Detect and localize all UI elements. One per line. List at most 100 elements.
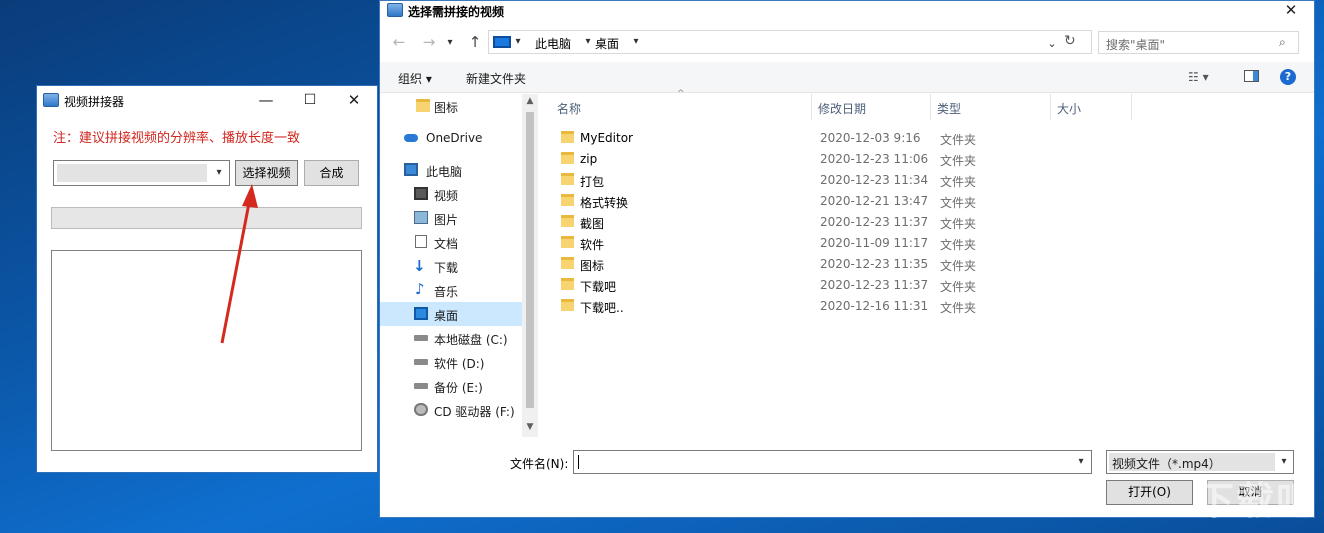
maximize-button[interactable]: ☐ <box>287 86 333 114</box>
refresh-icon[interactable]: ↻ <box>1064 33 1076 49</box>
chevron-down-icon: ▾ <box>216 167 222 178</box>
up-arrow-icon[interactable]: ↑ <box>466 33 484 51</box>
scroll-up-icon[interactable]: ▲ <box>522 96 538 106</box>
organize-label: 组织 <box>398 72 423 86</box>
column-divider[interactable] <box>811 94 812 120</box>
close-button[interactable]: ✕ <box>331 86 377 114</box>
app-icon <box>43 93 59 107</box>
dialog-title: 选择需拼接的视频 <box>408 5 505 19</box>
drive-icon <box>414 335 428 341</box>
column-divider[interactable] <box>930 94 931 120</box>
nav-item-label: 图标 <box>434 101 459 115</box>
file-name: 下载吧.. <box>580 301 624 315</box>
file-list: MyEditor 2020-12-03 9:16 文件夹 zip 2020-12… <box>560 127 1060 327</box>
breadcrumb-desktop[interactable]: 桌面 <box>595 35 619 52</box>
folder-icon <box>561 194 574 206</box>
nav-item-this-pc[interactable]: 此电脑 <box>380 158 536 182</box>
chevron-down-icon: ▾ <box>1281 456 1287 467</box>
nav-item-music[interactable]: ♪ 音乐 <box>380 278 536 302</box>
nav-item-documents[interactable]: 文档 <box>380 230 536 254</box>
file-row[interactable]: 下载吧.. 2020-12-16 11:31 文件夹 <box>560 295 976 316</box>
dialog-close-button[interactable]: ✕ <box>1268 0 1314 24</box>
nav-item-drive-c[interactable]: 本地磁盘 (C:) <box>380 326 536 350</box>
download-icon: ↓ <box>413 257 426 275</box>
file-type: 文件夹 <box>940 133 977 147</box>
file-name: 软件 <box>580 238 605 252</box>
merge-button[interactable]: 合成 <box>304 160 359 186</box>
nav-item-drive-d[interactable]: 软件 (D:) <box>380 350 536 374</box>
recent-locations-chevron-icon[interactable]: ▾ <box>444 37 456 48</box>
column-header-type[interactable]: 类型 <box>937 100 961 117</box>
nav-item-label: 软件 (D:) <box>434 357 485 371</box>
column-divider[interactable] <box>1050 94 1051 120</box>
file-date: 2020-12-23 11:34 <box>820 173 929 187</box>
breadcrumb-chevron-icon[interactable]: ▾ <box>583 36 593 47</box>
drive-icon <box>414 359 428 365</box>
file-date: 2020-11-09 11:17 <box>820 236 929 250</box>
minimize-button[interactable]: — <box>243 86 289 114</box>
file-name: MyEditor <box>580 131 633 145</box>
filename-label: 文件名(N): <box>510 457 569 471</box>
nav-item-icons[interactable]: 图标 <box>380 94 536 118</box>
folder-icon <box>561 257 574 269</box>
file-type: 文件夹 <box>940 259 977 273</box>
folder-icon <box>561 173 574 185</box>
nav-item-drive-e[interactable]: 备份 (E:) <box>380 374 536 398</box>
file-type: 文件夹 <box>940 280 977 294</box>
view-options-icon[interactable]: ☷ ▾ <box>1188 70 1209 84</box>
breadcrumb-this-pc[interactable]: 此电脑 <box>535 35 571 52</box>
nav-item-label: 桌面 <box>434 309 459 323</box>
breadcrumb-root-chevron-icon[interactable]: ▾ <box>513 36 523 47</box>
pc-icon <box>404 163 418 176</box>
drive-icon <box>414 383 428 389</box>
open-button[interactable]: 打开(O) <box>1106 480 1193 505</box>
chevron-down-icon[interactable]: ▾ <box>1074 456 1088 467</box>
nav-item-cd-drive[interactable]: CD 驱动器 (F:) <box>380 398 536 422</box>
file-date: 2020-12-23 11:35 <box>820 257 929 271</box>
back-arrow-icon[interactable]: ← <box>390 33 408 51</box>
file-row[interactable]: 图标 2020-12-23 11:35 文件夹 <box>560 253 976 274</box>
scroll-down-icon[interactable]: ▼ <box>522 422 538 432</box>
filename-input[interactable]: ▾ <box>573 450 1092 474</box>
column-header-size[interactable]: 大小 <box>1057 100 1081 117</box>
column-divider[interactable] <box>1131 94 1132 120</box>
nav-scrollbar[interactable]: ▲ ▼ <box>522 94 538 437</box>
file-row[interactable]: 下载吧 2020-12-23 11:37 文件夹 <box>560 274 976 295</box>
computer-icon <box>493 36 511 48</box>
forward-arrow-icon[interactable]: → <box>420 33 438 51</box>
column-header-date[interactable]: 修改日期 <box>818 100 866 117</box>
nav-item-pictures[interactable]: 图片 <box>380 206 536 230</box>
new-folder-button[interactable]: 新建文件夹 <box>466 70 526 87</box>
nav-item-onedrive[interactable]: OneDrive <box>380 126 536 150</box>
file-name: 打包 <box>580 175 605 189</box>
cd-drive-icon <box>414 403 428 416</box>
file-name: 图标 <box>580 259 605 273</box>
preview-pane-icon[interactable] <box>1244 70 1259 82</box>
video-list-combobox[interactable]: ▾ <box>53 160 230 186</box>
file-name: 格式转换 <box>580 196 629 210</box>
video-listbox[interactable] <box>51 250 362 451</box>
nav-item-label: 下载 <box>434 261 459 275</box>
address-bar[interactable]: ▾ 此电脑 ▾ 桌面 ▾ <box>488 30 1092 54</box>
app-titlebar[interactable]: 视频拼接器 — ☐ ✕ <box>37 86 377 114</box>
file-name: zip <box>580 152 598 166</box>
nav-item-videos[interactable]: 视频 <box>380 182 536 206</box>
nav-scrollbar-thumb[interactable] <box>526 112 534 408</box>
address-history-chevron-icon[interactable]: ⌄ <box>1046 37 1058 50</box>
file-row[interactable]: 软件 2020-11-09 11:17 文件夹 <box>560 232 976 253</box>
nav-item-downloads[interactable]: ↓ 下载 <box>380 254 536 278</box>
file-row[interactable]: zip 2020-12-23 11:06 文件夹 <box>560 148 976 169</box>
folder-icon <box>416 99 430 112</box>
organize-menu[interactable]: 组织 ▾ <box>398 70 432 87</box>
nav-item-desktop[interactable]: 桌面 <box>380 302 536 326</box>
combobox-field <box>57 164 207 182</box>
search-box[interactable]: 搜索"桌面" ⌕ <box>1098 31 1299 54</box>
column-header-name[interactable]: 名称 <box>557 100 581 117</box>
file-row[interactable]: 格式转换 2020-12-21 13:47 文件夹 <box>560 190 976 211</box>
breadcrumb-desktop-chevron-icon[interactable]: ▾ <box>631 36 641 47</box>
help-icon[interactable]: ? <box>1280 69 1296 85</box>
file-row[interactable]: MyEditor 2020-12-03 9:16 文件夹 <box>560 127 976 148</box>
file-row[interactable]: 截图 2020-12-23 11:37 文件夹 <box>560 211 976 232</box>
music-icon: ♪ <box>415 280 425 298</box>
file-row[interactable]: 打包 2020-12-23 11:34 文件夹 <box>560 169 976 190</box>
